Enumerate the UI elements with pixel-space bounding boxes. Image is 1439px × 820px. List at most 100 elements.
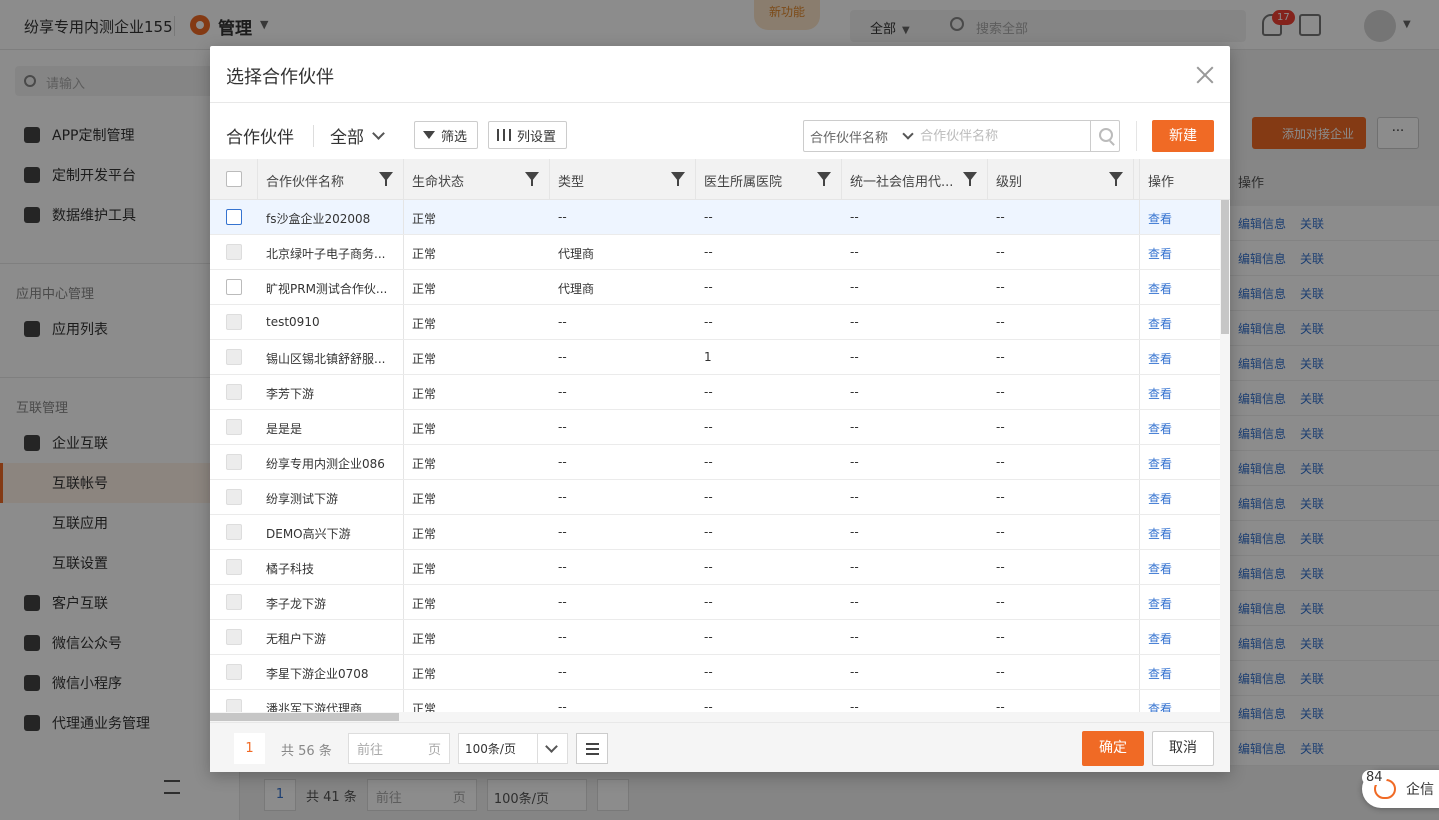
cell-credit-code: --: [850, 245, 859, 259]
view-link[interactable]: 查看: [1139, 585, 1220, 619]
divider: [1136, 121, 1137, 151]
confirm-button[interactable]: 确定: [1082, 731, 1144, 766]
table-row[interactable]: test0910 正常 -- -- -- -- 查看: [210, 305, 1220, 340]
filter-icon[interactable]: [379, 172, 393, 186]
search-field-select[interactable]: 合作伙伴名称: [804, 121, 914, 151]
cell-hospital: --: [704, 525, 713, 539]
table-row[interactable]: 李星下游企业0708 正常 -- -- -- -- 查看: [210, 655, 1220, 690]
filter-icon[interactable]: [963, 172, 977, 186]
goto-suffix: 页: [427, 743, 441, 758]
table-row[interactable]: 纷享测试下游 正常 -- -- -- -- 查看: [210, 480, 1220, 515]
chevron-down-icon: [545, 740, 558, 753]
page-size-dropdown[interactable]: [537, 734, 567, 763]
row-checkbox: [226, 384, 242, 400]
table-row[interactable]: 李芳下游 正常 -- -- -- -- 查看: [210, 375, 1220, 410]
cell-name: 北京绿叶子电子商务...: [258, 235, 404, 269]
row-checkbox[interactable]: [226, 209, 242, 225]
cancel-button[interactable]: 取消: [1152, 731, 1214, 766]
cell-hospital: --: [704, 560, 713, 574]
row-checkbox: [226, 489, 242, 505]
filter-icon[interactable]: [1109, 172, 1123, 186]
select-all-checkbox[interactable]: [226, 171, 242, 187]
view-link[interactable]: 查看: [1139, 515, 1220, 549]
table-row[interactable]: fs沙盒企业202008 正常 -- -- -- -- 查看: [210, 200, 1220, 235]
chevron-down-icon: [372, 126, 385, 140]
qixin-label: 企信: [1406, 782, 1434, 798]
view-link[interactable]: 查看: [1139, 305, 1220, 339]
column-header-hospital[interactable]: 医生所属医院: [696, 159, 842, 200]
column-header-status[interactable]: 生命状态: [404, 159, 550, 200]
filter-icon[interactable]: [525, 172, 539, 186]
column-header-type[interactable]: 类型: [550, 159, 696, 200]
table-row[interactable]: 北京绿叶子电子商务... 正常 代理商 -- -- -- 查看: [210, 235, 1220, 270]
row-checkbox[interactable]: [226, 279, 242, 295]
view-link[interactable]: 查看: [1139, 270, 1220, 304]
table-row[interactable]: 是是是 正常 -- -- -- -- 查看: [210, 410, 1220, 445]
close-icon[interactable]: [1196, 66, 1214, 84]
view-link[interactable]: 查看: [1139, 445, 1220, 479]
table-row[interactable]: 李子龙下游 正常 -- -- -- -- 查看: [210, 585, 1220, 620]
row-checkbox: [226, 594, 242, 610]
horizontal-scrollbar[interactable]: [210, 712, 1220, 722]
filter-icon: [423, 131, 435, 139]
view-link[interactable]: 查看: [1139, 480, 1220, 514]
cell-name: 旷视PRM测试合作伙...: [258, 270, 404, 304]
scrollbar-thumb[interactable]: [210, 713, 399, 721]
cell-status: 正常: [412, 352, 437, 366]
new-partner-button[interactable]: 新建: [1152, 120, 1214, 152]
cell-credit-code: --: [850, 210, 859, 224]
row-checkbox: [226, 349, 242, 365]
cell-level: --: [996, 280, 1005, 294]
column-header-name[interactable]: 合作伙伴名称: [258, 159, 404, 200]
page-number[interactable]: 1: [234, 733, 265, 764]
cell-hospital: --: [704, 455, 713, 469]
list-icon[interactable]: [576, 733, 608, 764]
view-link[interactable]: 查看: [1139, 655, 1220, 689]
column-label: 类型: [558, 175, 585, 190]
view-link[interactable]: 查看: [1139, 200, 1220, 234]
cell-type: --: [558, 315, 567, 329]
column-header-credit-code[interactable]: 统一社会信用代...: [842, 159, 988, 200]
cell-name: 纷享测试下游: [258, 480, 404, 514]
table-row[interactable]: 无租户下游 正常 -- -- -- -- 查看: [210, 620, 1220, 655]
column-header-level[interactable]: 级别: [988, 159, 1134, 200]
table-row[interactable]: 旷视PRM测试合作伙... 正常 代理商 -- -- -- 查看: [210, 270, 1220, 305]
filter-icon[interactable]: [671, 172, 685, 186]
table-row[interactable]: 锡山区锡北镇舒舒服... 正常 -- 1 -- -- 查看: [210, 340, 1220, 375]
columns-icon: [497, 129, 511, 141]
goto-page-input[interactable]: 前往 页: [348, 733, 450, 764]
cell-status: 正常: [412, 212, 437, 226]
cell-type: --: [558, 350, 567, 364]
search-icon[interactable]: [1090, 121, 1119, 151]
goto-prefix: 前往: [357, 743, 384, 758]
filter-label: 筛选: [441, 129, 468, 145]
vertical-scrollbar[interactable]: [1220, 200, 1230, 722]
scope-dropdown[interactable]: 全部: [330, 123, 385, 148]
table-row[interactable]: 纷享专用内测企业086 正常 -- -- -- -- 查看: [210, 445, 1220, 480]
page-size-value: 100条/页: [465, 742, 516, 756]
view-link[interactable]: 查看: [1139, 235, 1220, 269]
filter-button[interactable]: 筛选: [414, 121, 479, 149]
column-settings-button[interactable]: 列设置: [488, 121, 568, 149]
scope-label: 全部: [330, 128, 364, 148]
view-link[interactable]: 查看: [1139, 410, 1220, 444]
view-link[interactable]: 查看: [1139, 620, 1220, 654]
cell-status: 正常: [412, 492, 437, 506]
cell-level: --: [996, 420, 1005, 434]
table-header: 合作伙伴名称 生命状态 类型 医生所属医院 统一社会信用代... 级别 操作: [210, 159, 1230, 200]
view-link[interactable]: 查看: [1139, 340, 1220, 374]
scrollbar-thumb[interactable]: [1221, 200, 1229, 334]
page-size-select[interactable]: 100条/页: [458, 733, 568, 764]
table-row[interactable]: 橘子科技 正常 -- -- -- -- 查看: [210, 550, 1220, 585]
select-all-header: [210, 159, 258, 200]
cell-level: --: [996, 455, 1005, 469]
table-row[interactable]: DEMO高兴下游 正常 -- -- -- -- 查看: [210, 515, 1220, 550]
object-name: 合作伙伴: [226, 128, 294, 148]
filter-icon[interactable]: [817, 172, 831, 186]
view-link[interactable]: 查看: [1139, 375, 1220, 409]
view-link[interactable]: 查看: [1139, 550, 1220, 584]
search-input[interactable]: [912, 121, 1091, 151]
cell-name: 李星下游企业0708: [258, 655, 404, 689]
cell-name: 纷享专用内测企业086: [258, 445, 404, 479]
total-count: 共 56 条: [281, 744, 332, 759]
